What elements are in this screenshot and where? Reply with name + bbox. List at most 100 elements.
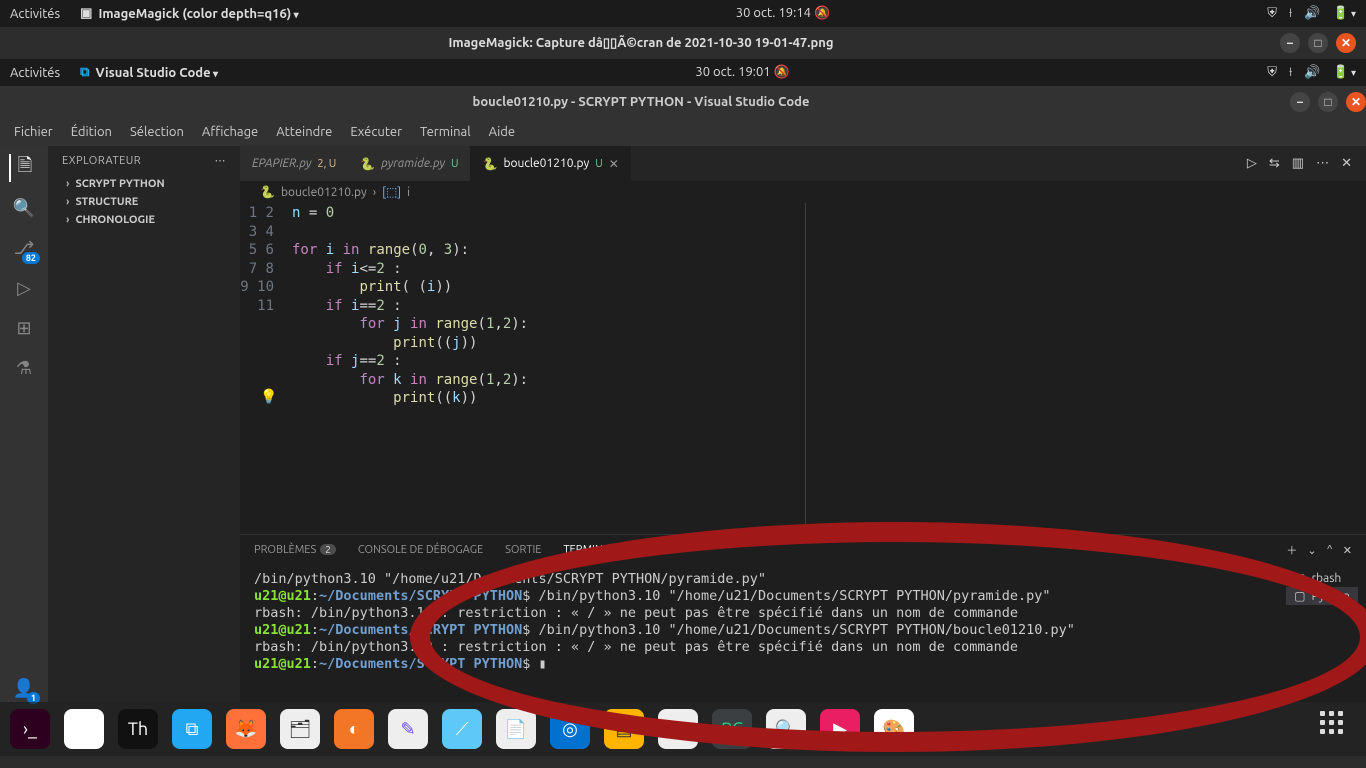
- chevron-down-icon[interactable]: ⌄: [1307, 544, 1316, 557]
- accounts-icon[interactable]: 👤1: [10, 674, 38, 702]
- dock-files-icon[interactable]: 🗂: [280, 709, 320, 749]
- tab-boucle01210[interactable]: 🐍 boucle01210.py U ✕: [470, 146, 630, 181]
- menu-executer[interactable]: Exécuter: [342, 121, 410, 143]
- panel-tab-sortie[interactable]: SORTIE: [505, 544, 541, 556]
- menu-fichier[interactable]: Fichier: [6, 121, 61, 143]
- tree-structure[interactable]: STRUCTURE: [48, 193, 240, 211]
- maximize-panel-icon[interactable]: ^: [1327, 544, 1333, 556]
- close-button[interactable]: ✕: [1346, 92, 1366, 112]
- terminal-list: ▢rbash ▢Python: [1286, 569, 1358, 605]
- dock-pycharm-icon[interactable]: PC: [712, 709, 752, 749]
- sidebar-more-icon[interactable]: ⋯: [215, 154, 227, 167]
- python-icon: 🐍: [360, 157, 375, 171]
- menu-atteindre[interactable]: Atteindre: [268, 121, 340, 143]
- show-applications-button[interactable]: [1320, 711, 1356, 747]
- activities-button[interactable]: Activités: [10, 7, 60, 21]
- dock-editor-icon[interactable]: ✎: [388, 709, 428, 749]
- activities-button[interactable]: Activités: [10, 66, 60, 80]
- dock-app-icon[interactable]: ◎: [550, 709, 590, 749]
- sidebar-title: EXPLORATEUR: [62, 155, 141, 167]
- close-all-icon[interactable]: ✕: [1341, 156, 1352, 171]
- tree-scrypt-python[interactable]: SCRYPT PYTHON: [48, 175, 240, 193]
- dock-media-icon[interactable]: ▶: [820, 709, 860, 749]
- menu-terminal[interactable]: Terminal: [412, 121, 479, 143]
- dock-vscode-icon[interactable]: ⧉: [172, 709, 212, 749]
- dock-gimp-icon[interactable]: 🎨: [874, 709, 914, 749]
- more-actions-icon[interactable]: ⋯: [1316, 156, 1329, 171]
- maximize-button[interactable]: □: [1318, 92, 1338, 112]
- window-title: ImageMagick: Capture dâ▯▯Ã©cran de 2021-…: [10, 36, 1272, 51]
- battery-icon[interactable]: 🔋: [1333, 6, 1357, 21]
- editor-ruler: [805, 203, 806, 542]
- dock: ›_ ◉ Th ⧉ 🦊 🗂 ◐ ✎ ⟋ 📄 ◎ ▤ 📖 PC 🔍 ▶ 🎨: [0, 702, 1366, 756]
- dock-firefox-icon[interactable]: 🦊: [226, 709, 266, 749]
- menu-aide[interactable]: Aide: [481, 121, 523, 143]
- minimize-button[interactable]: –: [1290, 92, 1310, 112]
- split-editor-icon[interactable]: ▥: [1292, 156, 1304, 171]
- run-debug-icon[interactable]: ▷: [10, 274, 38, 302]
- source-control-icon[interactable]: ⎇82: [10, 234, 38, 262]
- active-app-indicator[interactable]: ▣ ImageMagick (color depth=q16): [80, 6, 299, 21]
- dock-flutter-icon[interactable]: ⟋: [442, 709, 482, 749]
- wifi-icon[interactable]: ⟊: [1289, 6, 1292, 21]
- run-file-icon[interactable]: ▷: [1247, 156, 1257, 171]
- wifi-icon[interactable]: ⟊: [1289, 65, 1292, 80]
- new-terminal-icon[interactable]: ＋: [1286, 542, 1297, 558]
- dock-reader-icon[interactable]: 📖: [658, 709, 698, 749]
- volume-icon[interactable]: 🔊: [1304, 65, 1320, 80]
- battery-icon[interactable]: 🔋: [1333, 65, 1357, 80]
- tab-epapier[interactable]: EPAPIER.py 2, U: [240, 146, 348, 181]
- dock-calculator-icon[interactable]: ▤: [604, 709, 644, 749]
- python-icon: 🐍: [260, 185, 275, 199]
- panel-tab-terminal[interactable]: TERMINAL: [563, 544, 615, 557]
- dock-loupe-icon[interactable]: 🔍: [766, 709, 806, 749]
- tab-pyramide[interactable]: 🐍 pyramide.py U: [348, 146, 470, 181]
- vscode-titlebar: boucle01210.py - SCRYPT PYTHON - Visual …: [0, 86, 1366, 118]
- vscode-body: 🗎 🔍 ⎇82 ▷ ⊞ ⚗ 👤1 EXPLORATEUR ⋯ SCRYPT PY…: [0, 146, 1366, 702]
- inner-system-topbar: Activités ⧉ Visual Studio Code 30 oct. 1…: [0, 59, 1366, 86]
- outer-system-topbar: Activités ▣ ImageMagick (color depth=q16…: [0, 0, 1366, 27]
- search-icon[interactable]: 🔍: [10, 194, 38, 222]
- clock[interactable]: 30 oct. 19:14: [736, 6, 811, 20]
- volume-icon[interactable]: 🔊: [1304, 6, 1320, 21]
- terminal-output[interactable]: /bin/python3.10 "/home/u21/Documents/SCR…: [240, 565, 1366, 679]
- extensions-icon[interactable]: ⊞: [10, 314, 38, 342]
- image-window-titlebar: ImageMagick: Capture dâ▯▯Ã©cran de 2021-…: [0, 27, 1366, 59]
- clock[interactable]: 30 oct. 19:01: [695, 65, 770, 79]
- vscode-window-title: boucle01210.py - SCRYPT PYTHON - Visual …: [0, 95, 1282, 109]
- dock-jupyter-icon[interactable]: ◐: [334, 709, 374, 749]
- menu-selection[interactable]: Sélection: [122, 121, 192, 143]
- terminal-entry-python[interactable]: ▢Python: [1286, 587, 1358, 605]
- shield-icon[interactable]: ⛨: [1267, 6, 1277, 21]
- dock-terminal-icon[interactable]: ›_: [10, 709, 50, 749]
- symbol-variable-icon: [⬚]: [382, 185, 401, 199]
- notification-muted-icon: 🔕: [774, 65, 790, 79]
- dock-document-icon[interactable]: 📄: [496, 709, 536, 749]
- shield-icon[interactable]: ⛨: [1267, 65, 1277, 80]
- close-panel-icon[interactable]: ✕: [1343, 544, 1352, 557]
- testing-icon[interactable]: ⚗: [10, 354, 38, 382]
- dock-chrome-icon[interactable]: ◉: [64, 709, 104, 749]
- close-button[interactable]: ✕: [1336, 33, 1356, 53]
- menubar: Fichier Édition Sélection Affichage Atte…: [0, 118, 1366, 146]
- sidebar-explorer: EXPLORATEUR ⋯ SCRYPT PYTHON STRUCTURE CH…: [48, 146, 240, 702]
- lightbulb-icon[interactable]: 💡: [260, 388, 277, 407]
- active-app-indicator[interactable]: ⧉ Visual Studio Code: [80, 65, 218, 80]
- breadcrumb[interactable]: 🐍 boucle01210.py › [⬚] i: [240, 181, 1366, 203]
- terminal-icon: ▢: [1294, 589, 1305, 603]
- menu-affichage[interactable]: Affichage: [194, 121, 266, 143]
- diff-icon[interactable]: ⇆: [1269, 156, 1280, 171]
- vscode-icon: ⧉: [80, 65, 89, 80]
- explorer-icon[interactable]: 🗎: [9, 154, 37, 182]
- close-tab-icon[interactable]: ✕: [609, 157, 619, 171]
- maximize-button[interactable]: □: [1308, 33, 1328, 53]
- terminal-entry-rbash[interactable]: ▢rbash: [1286, 569, 1358, 587]
- dock-thonny-icon[interactable]: Th: [118, 709, 158, 749]
- panel-tab-console[interactable]: CONSOLE DE DÉBOGAGE: [358, 544, 483, 556]
- minimize-button[interactable]: –: [1280, 33, 1300, 53]
- python-icon: 🐍: [482, 157, 497, 171]
- panel-tab-problemes[interactable]: PROBLÈMES2: [254, 544, 336, 556]
- tree-chronologie[interactable]: CHRONOLOGIE: [48, 211, 240, 229]
- menu-edition[interactable]: Édition: [63, 121, 120, 143]
- editor-area: EPAPIER.py 2, U 🐍 pyramide.py U 🐍 boucle…: [240, 146, 1366, 702]
